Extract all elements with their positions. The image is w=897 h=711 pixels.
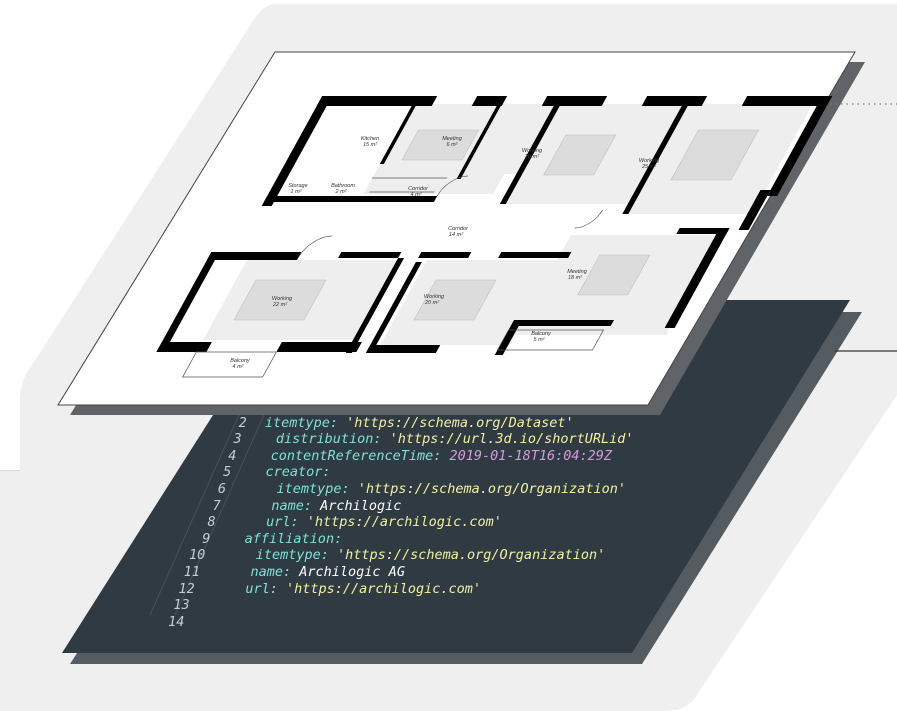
room-area: 22 m²	[272, 302, 287, 308]
room-area: 14 m²	[449, 232, 463, 238]
room-area: 2 m²	[335, 189, 347, 195]
room-area: 4 m²	[233, 364, 244, 370]
room-area: 15 m²	[363, 142, 377, 148]
room-area: 20 m²	[424, 300, 439, 306]
room-area: 25 m²	[641, 164, 656, 170]
room-area: 18 m²	[568, 275, 582, 281]
room-area: 4 m²	[411, 192, 422, 198]
room-area: 5 m²	[534, 337, 545, 343]
floorplan-sheet: Kitchen 15 m² Meeting 6 m² Working 20 m²…	[57, 51, 897, 415]
room-area: 6 m²	[447, 142, 458, 148]
room-area: 1 m²	[291, 189, 302, 195]
room-area: 20 m²	[524, 154, 539, 160]
